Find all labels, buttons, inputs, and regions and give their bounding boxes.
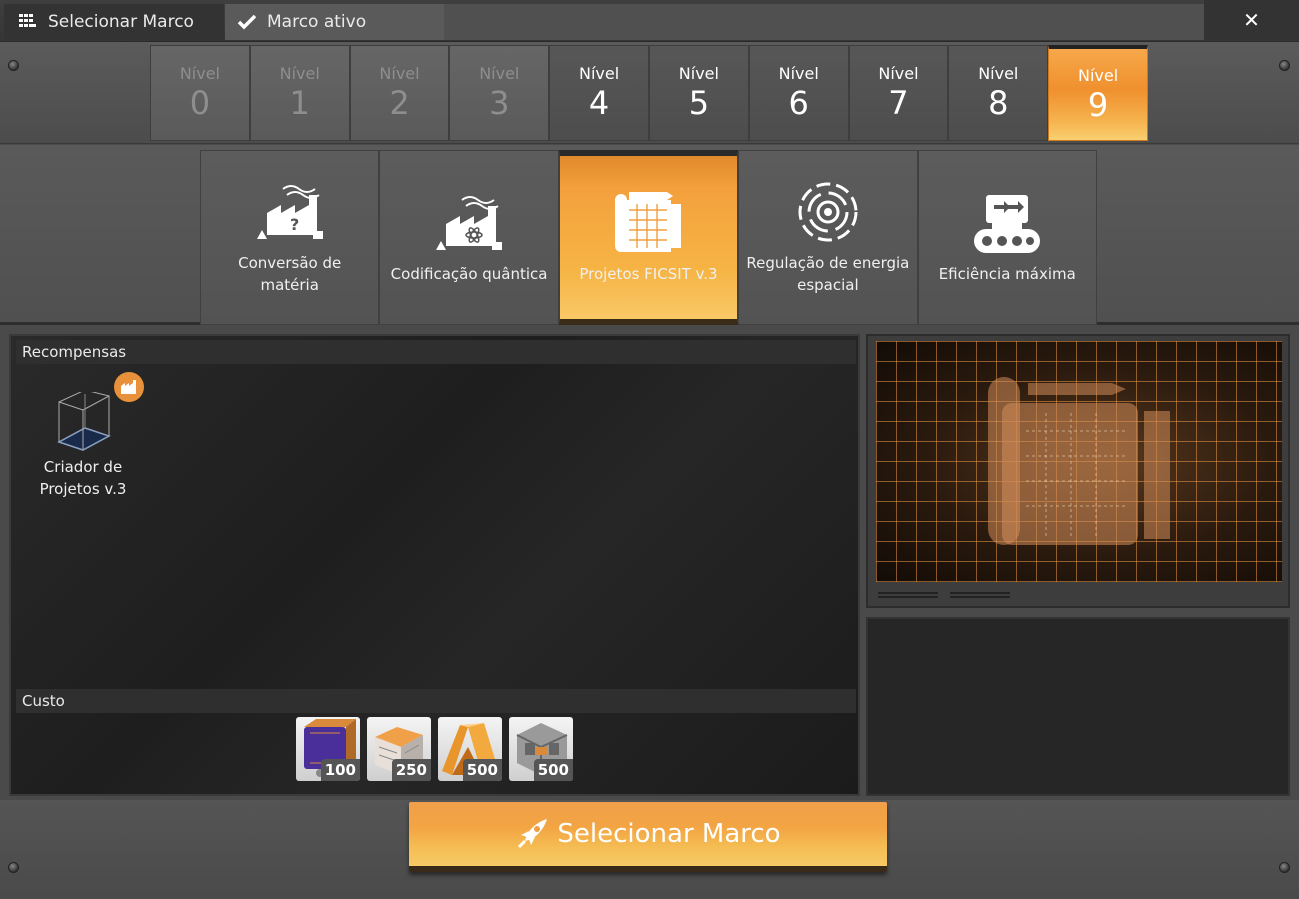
tier-label: Nível — [279, 64, 320, 83]
tier-2[interactable]: Nível 2 — [349, 45, 450, 141]
checkmark-icon — [237, 12, 257, 32]
blueprint-icon — [611, 191, 685, 255]
bar-decoration — [878, 592, 938, 598]
tab-label: Selecionar Marco — [48, 12, 194, 32]
milestone-preview — [866, 334, 1290, 608]
blueprint-designer-icon — [53, 389, 113, 452]
svg-text:?: ? — [290, 215, 299, 234]
cost-item[interactable]: 250 — [367, 717, 431, 781]
milestone-ficsit-blueprints-v3[interactable]: Projetos FICSIT v.3 — [558, 150, 739, 325]
tier-label: Nível — [678, 64, 719, 83]
tier-label: Nível — [379, 64, 420, 83]
cost-item[interactable]: 500 — [509, 717, 573, 781]
cost-quantity: 500 — [462, 759, 502, 781]
milestone-quantum-encoding[interactable]: Codificação quântica — [379, 150, 559, 325]
rewards-panel: Recompensas Criador de Projetos v.3 Cust… — [9, 334, 860, 796]
select-milestone-label: Selecionar Marco — [557, 819, 781, 849]
factory-question-icon: ? — [253, 180, 327, 244]
cost-quantity: 250 — [391, 759, 431, 781]
tier-selector: Nível 0 Nível 1 Nível 2 Nível 3 Nível 4 Nível… — [0, 42, 1299, 144]
close-icon: ✕ — [1243, 8, 1260, 32]
tier-4[interactable]: Nível 4 — [549, 45, 649, 141]
blueprint-icon — [988, 377, 1170, 545]
tier-label: Nível — [978, 64, 1019, 83]
cost-list: 100 250 500 500 — [296, 717, 573, 781]
conveyor-icon — [970, 191, 1044, 255]
tier-label: Nível — [179, 64, 220, 83]
tier-label: Nível — [1077, 65, 1119, 85]
tier-number: 3 — [489, 84, 510, 122]
tier-8[interactable]: Nível 8 — [948, 45, 1049, 141]
tier-number: 9 — [1087, 85, 1109, 124]
cost-heading: Custo — [16, 689, 856, 713]
tier-label: Nível — [579, 64, 620, 83]
tier-label: Nível — [479, 64, 520, 83]
rocket-icon — [515, 817, 549, 851]
close-button[interactable]: ✕ — [1204, 0, 1299, 40]
tier-3[interactable]: Nível 3 — [449, 45, 550, 141]
cost-quantity: 500 — [533, 759, 573, 781]
tier-number: 2 — [389, 84, 410, 122]
preview-screen — [876, 341, 1282, 582]
tier-1[interactable]: Nível 1 — [249, 45, 350, 141]
cost-item[interactable]: 100 — [296, 717, 360, 781]
spatial-energy-icon — [791, 180, 865, 244]
tier-number: 8 — [988, 84, 1009, 122]
screw-decoration — [8, 862, 19, 873]
screw-decoration — [1279, 60, 1290, 71]
factory-atom-icon — [432, 191, 506, 255]
reward-name: Criador de Projetos v.3 — [39, 458, 127, 498]
milestone-label: Projetos FICSIT v.3 — [579, 264, 718, 283]
factory-badge-icon — [114, 372, 144, 402]
bar-decoration — [950, 592, 1010, 598]
tier-label: Nível — [778, 64, 819, 83]
screw-decoration — [8, 60, 19, 71]
milestone-info-panel — [866, 617, 1290, 796]
tier-6[interactable]: Nível 6 — [748, 45, 849, 141]
milestone-label: Eficiência máxima — [938, 264, 1076, 283]
tier-7[interactable]: Nível 7 — [848, 45, 949, 141]
tier-number: 0 — [189, 84, 211, 122]
tab-label: Marco ativo — [267, 12, 367, 32]
title-bar-fill — [444, 4, 1204, 40]
milestone-max-efficiency[interactable]: Eficiência máxima — [917, 150, 1097, 325]
tab-select-milestone[interactable]: Selecionar Marco — [4, 4, 224, 40]
tier-number: 7 — [888, 84, 909, 122]
milestone-spatial-energy-regulation[interactable]: Regulação de energia espacial — [738, 150, 918, 325]
preview-bars — [878, 592, 1010, 598]
milestone-matter-conversion[interactable]: ? Conversão de matéria — [200, 150, 380, 325]
cost-quantity: 100 — [320, 759, 360, 781]
milestone-label: Conversão de matéria — [238, 253, 342, 294]
title-bar: Selecionar Marco Marco ativo ✕ — [0, 0, 1299, 42]
rewards-heading: Recompensas — [16, 340, 856, 364]
select-milestone-button[interactable]: Selecionar Marco — [409, 802, 887, 872]
milestone-strip: ? Conversão de matéria Codificação quânt… — [200, 150, 1097, 325]
tier-5[interactable]: Nível 5 — [648, 45, 749, 141]
milestone-selector: ? Conversão de matéria Codificação quânt… — [0, 145, 1299, 325]
tier-number: 4 — [588, 84, 610, 122]
tier-9[interactable]: Nível 9 — [1048, 45, 1148, 141]
tier-number: 1 — [289, 84, 310, 122]
grid-icon — [18, 12, 38, 32]
cost-item[interactable]: 500 — [438, 717, 502, 781]
tab-active-milestone[interactable]: Marco ativo — [225, 4, 444, 40]
tier-number: 5 — [688, 84, 710, 122]
screw-decoration — [1279, 862, 1290, 873]
tier-0[interactable]: Nível 0 — [150, 45, 250, 141]
milestone-label: Codificação quântica — [390, 264, 548, 283]
reward-item[interactable]: Criador de Projetos v.3 — [25, 372, 144, 500]
tier-number: 6 — [788, 84, 809, 122]
tier-strip: Nível 0 Nível 1 Nível 2 Nível 3 Nível 4 Nível… — [150, 45, 1148, 141]
tier-label: Nível — [878, 64, 919, 83]
milestone-label: Regulação de energia espacial — [746, 253, 910, 294]
